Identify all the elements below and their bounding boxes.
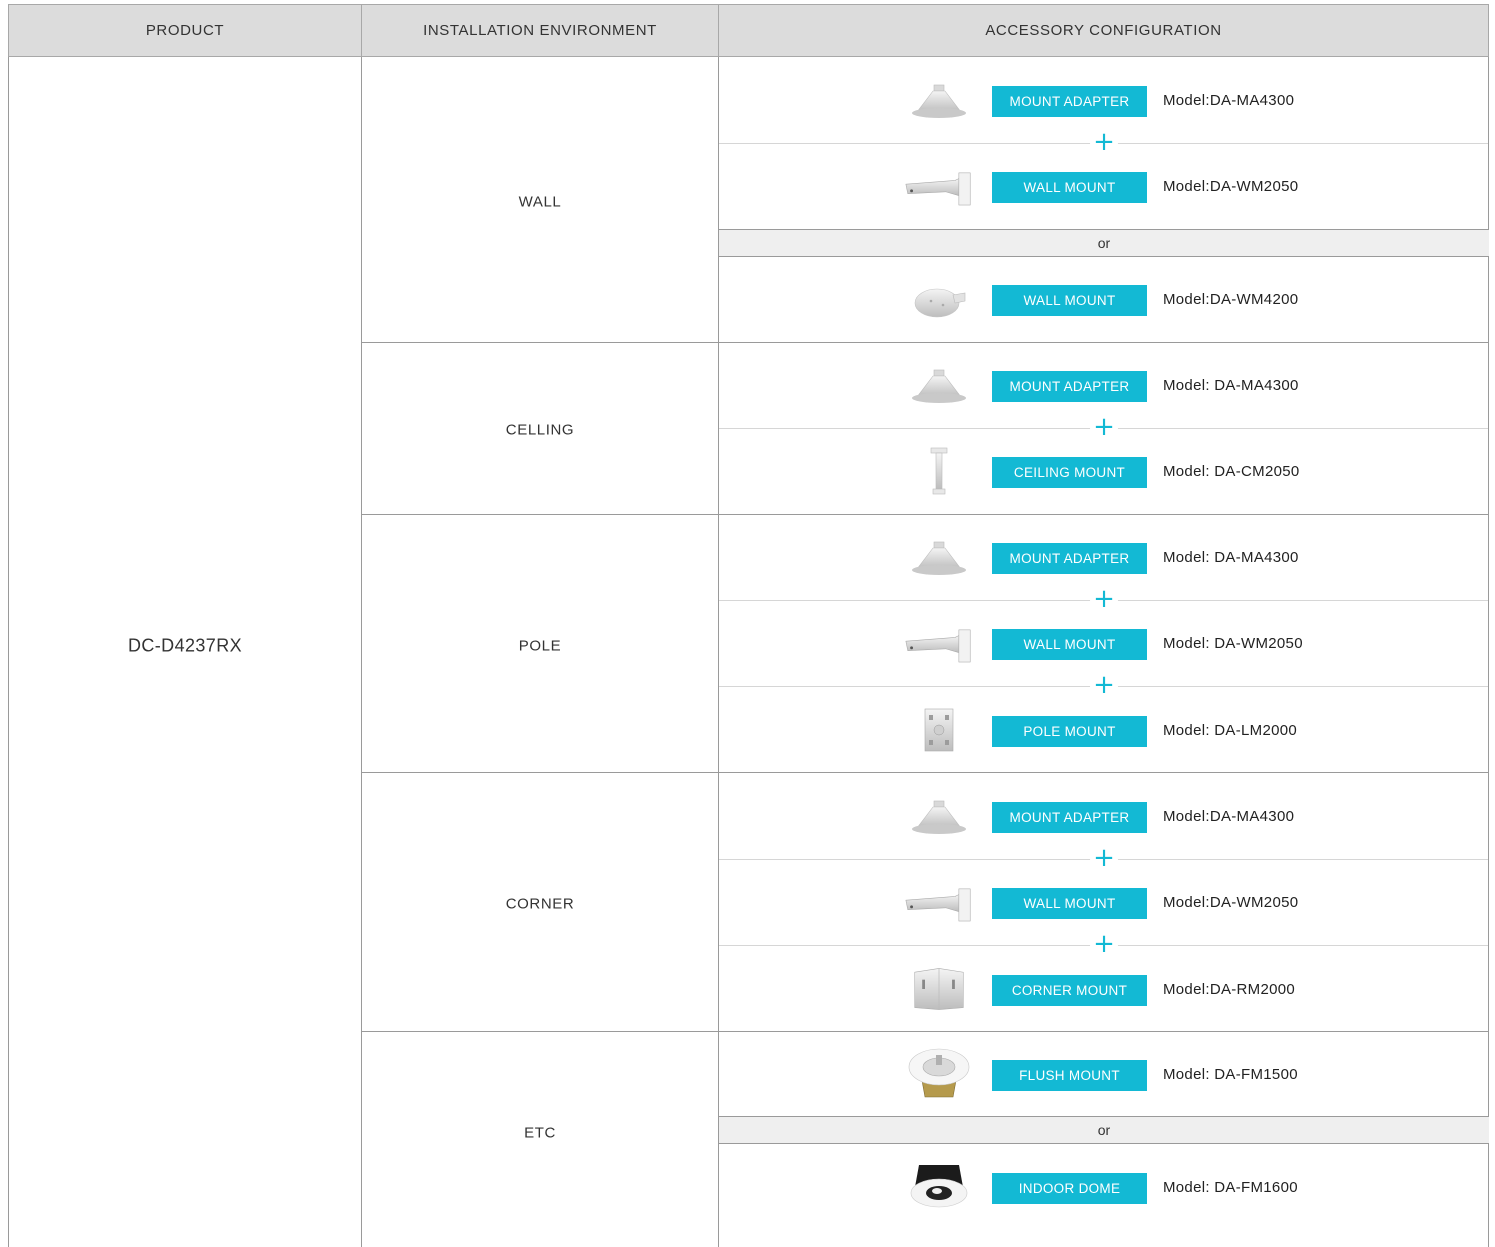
plus-icon: + [1090,586,1118,614]
accessory-pole-mount-adapter: MOUNT ADAPTER Model: DA-MA4300 [904,539,1324,579]
accessory-corner-mount-adapter: MOUNT ADAPTER Model:DA-MA4300 [904,798,1324,838]
accessory-model: Model:DA-WM2050 [1163,894,1299,911]
wall-mount-arm-icon [904,625,974,665]
environment-pole: POLE [518,637,562,655]
ceiling-pendant-icon [904,453,974,493]
accessory-ceiling-ceiling-mount: CEILING MOUNT Model: DA-CM2050 [904,453,1324,493]
row-divider-pole [361,772,1489,773]
accessory-table: PRODUCT INSTALLATION ENVIRONMENT ACCESSO… [8,4,1489,1247]
product-name: DC-D4237RX [127,635,243,656]
accessory-model: Model:DA-WM2050 [1163,178,1299,195]
accessory-model: Model:DA-MA4300 [1163,808,1295,825]
accessory-label: FLUSH MOUNT [992,1060,1147,1091]
accessory-model: Model: DA-MA4300 [1163,377,1299,394]
accessory-label: MOUNT ADAPTER [992,86,1147,117]
wall-mount-arm-icon [904,884,974,924]
corner-mount-icon [904,971,974,1011]
accessory-corner-corner-mount: CORNER MOUNT Model:DA-RM2000 [904,971,1324,1011]
row-divider-corner [361,1031,1489,1032]
environment-etc: ETC [524,1124,556,1142]
accessory-model: Model: DA-CM2050 [1163,463,1300,480]
accessory-label: WALL MOUNT [992,888,1147,919]
accessory-model: Model: DA-MA4300 [1163,549,1299,566]
accessory-model: Model: DA-FM1500 [1163,1066,1298,1083]
environment-corner: CORNER [505,895,575,913]
plus-icon: + [1090,414,1118,442]
or-separator: or [719,229,1489,257]
accessory-label: CEILING MOUNT [992,457,1147,488]
accessory-model: Model:DA-MA4300 [1163,92,1295,109]
wall-mount-arm-icon [904,168,974,208]
indoor-dome-flush-icon [904,1169,974,1209]
accessory-label: MOUNT ADAPTER [992,371,1147,402]
header-accessory-configuration: ACCESSORY CONFIGURATION [718,4,1489,57]
accessory-label: MOUNT ADAPTER [992,802,1147,833]
accessory-pole-wall-mount: WALL MOUNT Model: DA-WM2050 [904,625,1324,665]
column-divider-product [361,57,362,1247]
accessory-model: Model: DA-FM1600 [1163,1179,1298,1196]
table-left-border [8,57,9,1247]
accessory-label: WALL MOUNT [992,172,1147,203]
accessory-pole-pole-mount: POLE MOUNT Model: DA-LM2000 [904,712,1324,752]
accessory-label: WALL MOUNT [992,629,1147,660]
accessory-model: Model: DA-LM2000 [1163,722,1298,739]
accessory-label: WALL MOUNT [992,285,1147,316]
accessory-label: POLE MOUNT [992,716,1147,747]
flush-mount-icon [904,1056,974,1096]
environment-ceiling: CELLING [505,421,575,439]
header-installation-environment: INSTALLATION ENVIRONMENT [361,4,719,57]
mount-adapter-icon [904,367,974,407]
mount-adapter-icon [904,798,974,838]
accessory-corner-wall-mount: WALL MOUNT Model:DA-WM2050 [904,884,1324,924]
accessory-label: MOUNT ADAPTER [992,543,1147,574]
accessory-label: CORNER MOUNT [992,975,1147,1006]
header-product: PRODUCT [8,4,362,57]
row-divider-wall [361,342,1489,343]
accessory-wall-wall-mount-alt: WALL MOUNT Model:DA-WM4200 [904,281,1324,321]
row-divider-ceiling [361,514,1489,515]
wall-mount-disc-icon [904,281,974,321]
accessory-model: Model:DA-WM4200 [1163,291,1299,308]
accessory-model: Model:DA-RM2000 [1163,981,1296,998]
plus-icon: + [1090,129,1118,157]
mount-adapter-icon [904,539,974,579]
plus-icon: + [1090,672,1118,700]
pole-mount-icon [904,712,974,752]
accessory-etc-flush-mount: FLUSH MOUNT Model: DA-FM1500 [904,1056,1324,1096]
accessory-label: INDOOR DOME [992,1173,1147,1204]
plus-icon: + [1090,845,1118,873]
mount-adapter-icon [904,82,974,122]
accessory-wall-wall-mount: WALL MOUNT Model:DA-WM2050 [904,168,1324,208]
accessory-ceiling-mount-adapter: MOUNT ADAPTER Model: DA-MA4300 [904,367,1324,407]
accessory-model: Model: DA-WM2050 [1163,635,1303,652]
or-separator: or [719,1116,1489,1144]
accessory-wall-mount-adapter: MOUNT ADAPTER Model:DA-MA4300 [904,82,1324,122]
plus-icon: + [1090,931,1118,959]
environment-wall: WALL [518,193,562,211]
accessory-etc-indoor-dome: INDOOR DOME Model: DA-FM1600 [904,1169,1324,1209]
